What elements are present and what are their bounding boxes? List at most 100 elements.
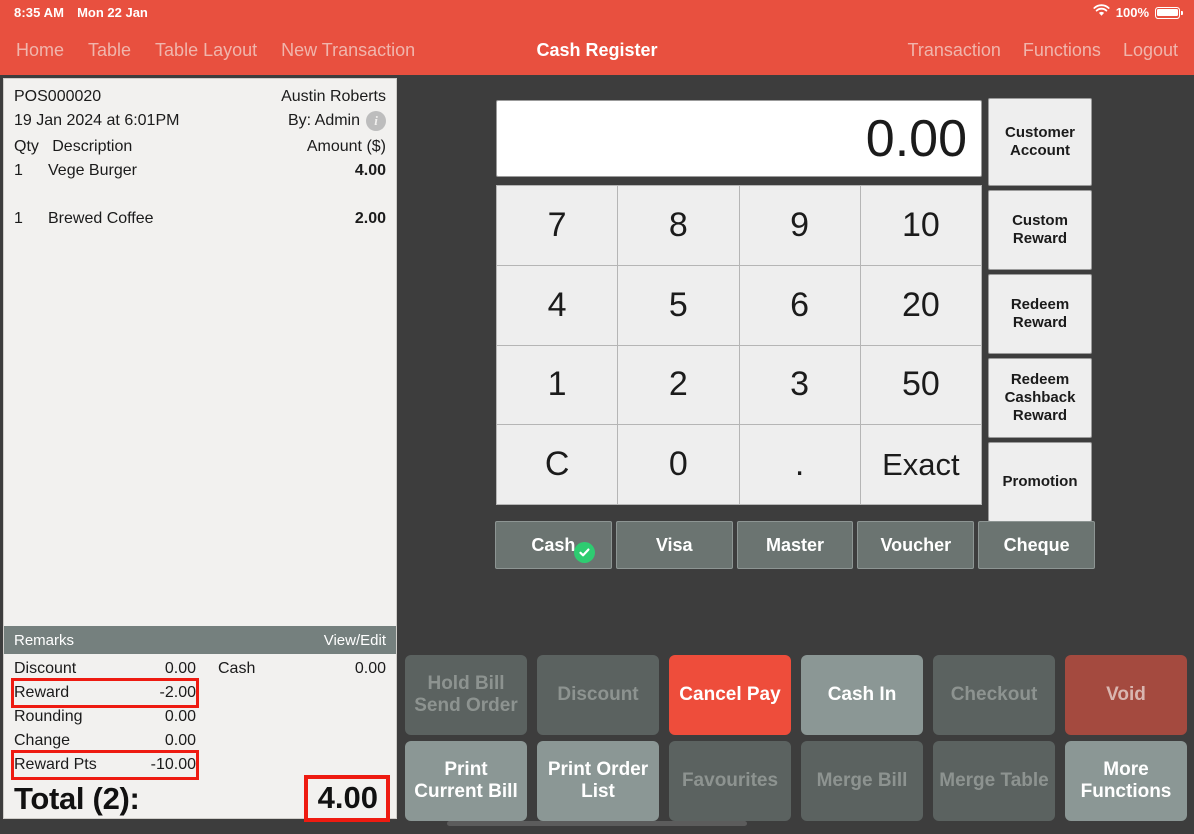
item-amount: 2.00 xyxy=(354,210,386,227)
checkout-button[interactable]: Checkout xyxy=(933,655,1055,735)
hold-bill-send-order-button[interactable]: Hold Bill Send Order xyxy=(405,655,527,735)
key-10[interactable]: 10 xyxy=(860,186,981,265)
item-description: Brewed Coffee xyxy=(48,210,154,227)
payment-type-label: Cash xyxy=(531,534,576,555)
redeem-cashback-reward-button[interactable]: Redeem Cashback Reward xyxy=(988,358,1092,438)
payment-type-row: Cash Visa Master Voucher Cheque xyxy=(495,521,1095,569)
payment-type-visa[interactable]: Visa xyxy=(615,521,733,569)
favourites-button[interactable]: Favourites xyxy=(669,741,791,821)
pos-app-root: 8:35 AM Mon 22 Jan 100% Home Table Table… xyxy=(0,0,1194,834)
cancel-pay-button[interactable]: Cancel Pay xyxy=(669,655,791,735)
total-line-value: -2.00 xyxy=(159,684,196,701)
nav-item-new-transaction[interactable]: New Transaction xyxy=(281,40,415,61)
key-5[interactable]: 5 xyxy=(618,265,739,345)
merge-bill-button[interactable]: Merge Bill xyxy=(801,741,923,821)
battery-icon xyxy=(1155,6,1183,19)
nav-right-group: Transaction Functions Logout xyxy=(908,25,1178,75)
remarks-view-edit-link[interactable]: View/Edit xyxy=(324,632,386,649)
numeric-keypad: 7 8 9 10 4 5 6 20 1 2 3 50 C 0 . Exact xyxy=(496,185,982,505)
redeem-reward-button[interactable]: Redeem Reward xyxy=(988,274,1092,354)
key-exact[interactable]: Exact xyxy=(860,425,981,504)
payment-type-voucher[interactable]: Voucher xyxy=(857,521,975,569)
grand-total-label: Total (2): xyxy=(14,780,140,816)
key-7[interactable]: 7 xyxy=(497,186,618,265)
total-line-value: 0.00 xyxy=(354,660,386,677)
key-0[interactable]: 0 xyxy=(618,425,739,504)
receipt-item-list: 1 Vege Burger 4.00 1 Brewed Coffee 2.00 xyxy=(4,160,396,626)
total-line-label: Rounding xyxy=(14,708,83,725)
remarks-bar[interactable]: Remarks View/Edit xyxy=(4,626,396,654)
total-line-value: -10.00 xyxy=(150,756,196,773)
home-indicator xyxy=(447,821,747,826)
total-line-discount: Discount 0.00 xyxy=(14,657,196,681)
info-icon[interactable]: i xyxy=(366,111,386,131)
total-line-label: Change xyxy=(14,732,71,749)
customer-account-button[interactable]: Customer Account xyxy=(988,98,1092,186)
key-50[interactable]: 50 xyxy=(860,345,981,425)
total-line-label: Discount xyxy=(14,660,77,677)
receipt-header-row-1: POS000020 Austin Roberts xyxy=(14,85,386,109)
merge-table-button[interactable]: Merge Table xyxy=(933,741,1055,821)
print-order-list-button[interactable]: Print Order List xyxy=(537,741,659,821)
list-item[interactable]: 1 Brewed Coffee 2.00 xyxy=(4,208,396,234)
payment-type-master[interactable]: Master xyxy=(736,521,854,569)
nav-item-table-layout[interactable]: Table Layout xyxy=(155,40,257,61)
key-3[interactable]: 3 xyxy=(739,345,860,425)
payment-type-cash[interactable]: Cash xyxy=(495,521,612,569)
total-line-value: 0.00 xyxy=(164,660,196,677)
total-line-label: Reward xyxy=(14,684,70,701)
key-decimal[interactable]: . xyxy=(739,425,860,504)
total-line-label: Reward Pts xyxy=(14,756,97,773)
payment-type-cheque[interactable]: Cheque xyxy=(978,521,1095,569)
key-2[interactable]: 2 xyxy=(618,345,739,425)
more-functions-button[interactable]: More Functions xyxy=(1065,741,1187,821)
amount-display[interactable]: 0.00 xyxy=(496,100,982,177)
item-qty: 1 xyxy=(14,210,23,227)
grand-total-row: Total (2): 4.00 xyxy=(14,775,391,822)
receipt-column-headers: Qty Description Amount ($) xyxy=(4,133,396,160)
nav-item-logout[interactable]: Logout xyxy=(1123,40,1178,61)
key-1[interactable]: 1 xyxy=(497,345,618,425)
cash-in-button[interactable]: Cash In xyxy=(801,655,923,735)
key-9[interactable]: 9 xyxy=(739,186,860,265)
key-4[interactable]: 4 xyxy=(497,265,618,345)
grand-total-value: 4.00 xyxy=(303,775,391,822)
column-header-description: Description xyxy=(52,137,133,155)
receipt-header: POS000020 Austin Roberts 19 Jan 2024 at … xyxy=(4,79,396,133)
key-6[interactable]: 6 xyxy=(739,265,860,345)
list-item[interactable]: 1 Vege Burger 4.00 xyxy=(4,160,396,186)
receipt-header-row-2: 19 Jan 2024 at 6:01PM By: Admin i xyxy=(14,109,386,133)
total-line-rounding: Rounding 0.00 xyxy=(14,705,196,729)
total-line-cash: Cash 0.00 xyxy=(218,657,386,681)
status-bar-right: 100% xyxy=(1093,3,1183,22)
total-line-change: Change 0.00 xyxy=(14,729,196,753)
battery-percent: 100% xyxy=(1115,5,1149,20)
key-8[interactable]: 8 xyxy=(618,186,739,265)
column-header-qty-desc: Qty Description xyxy=(14,138,132,156)
status-bar-left: 8:35 AM Mon 22 Jan xyxy=(14,5,148,20)
register-side-buttons: Customer Account Custom Reward Redeem Re… xyxy=(988,98,1092,526)
key-clear[interactable]: C xyxy=(497,425,618,504)
void-button[interactable]: Void xyxy=(1065,655,1187,735)
print-current-bill-button[interactable]: Print Current Bill xyxy=(405,741,527,821)
discount-button[interactable]: Discount xyxy=(537,655,659,735)
column-header-amount: Amount ($) xyxy=(306,137,386,155)
custom-reward-button[interactable]: Custom Reward xyxy=(988,190,1092,270)
amount-display-value: 0.00 xyxy=(865,109,967,168)
item-description: Vege Burger xyxy=(48,162,137,179)
nav-item-functions[interactable]: Functions xyxy=(1023,40,1101,61)
status-bar: 8:35 AM Mon 22 Jan 100% xyxy=(0,0,1194,25)
total-line-value: 0.00 xyxy=(164,732,196,749)
nav-item-home[interactable]: Home xyxy=(16,40,64,61)
promotion-button[interactable]: Promotion xyxy=(988,442,1092,522)
wifi-icon xyxy=(1093,3,1110,22)
item-amount: 4.00 xyxy=(354,162,386,179)
status-time: 8:35 AM xyxy=(14,5,65,20)
total-line-reward: Reward -2.00 xyxy=(11,678,199,708)
nav-bar: Home Table Table Layout New Transaction … xyxy=(0,25,1194,75)
totals-section: Discount 0.00 Reward -2.00 Rounding 0.00… xyxy=(4,654,396,822)
total-line-value: 0.00 xyxy=(164,708,196,725)
key-20[interactable]: 20 xyxy=(860,265,981,345)
nav-item-table[interactable]: Table xyxy=(88,40,131,61)
nav-item-transaction[interactable]: Transaction xyxy=(908,40,1001,61)
